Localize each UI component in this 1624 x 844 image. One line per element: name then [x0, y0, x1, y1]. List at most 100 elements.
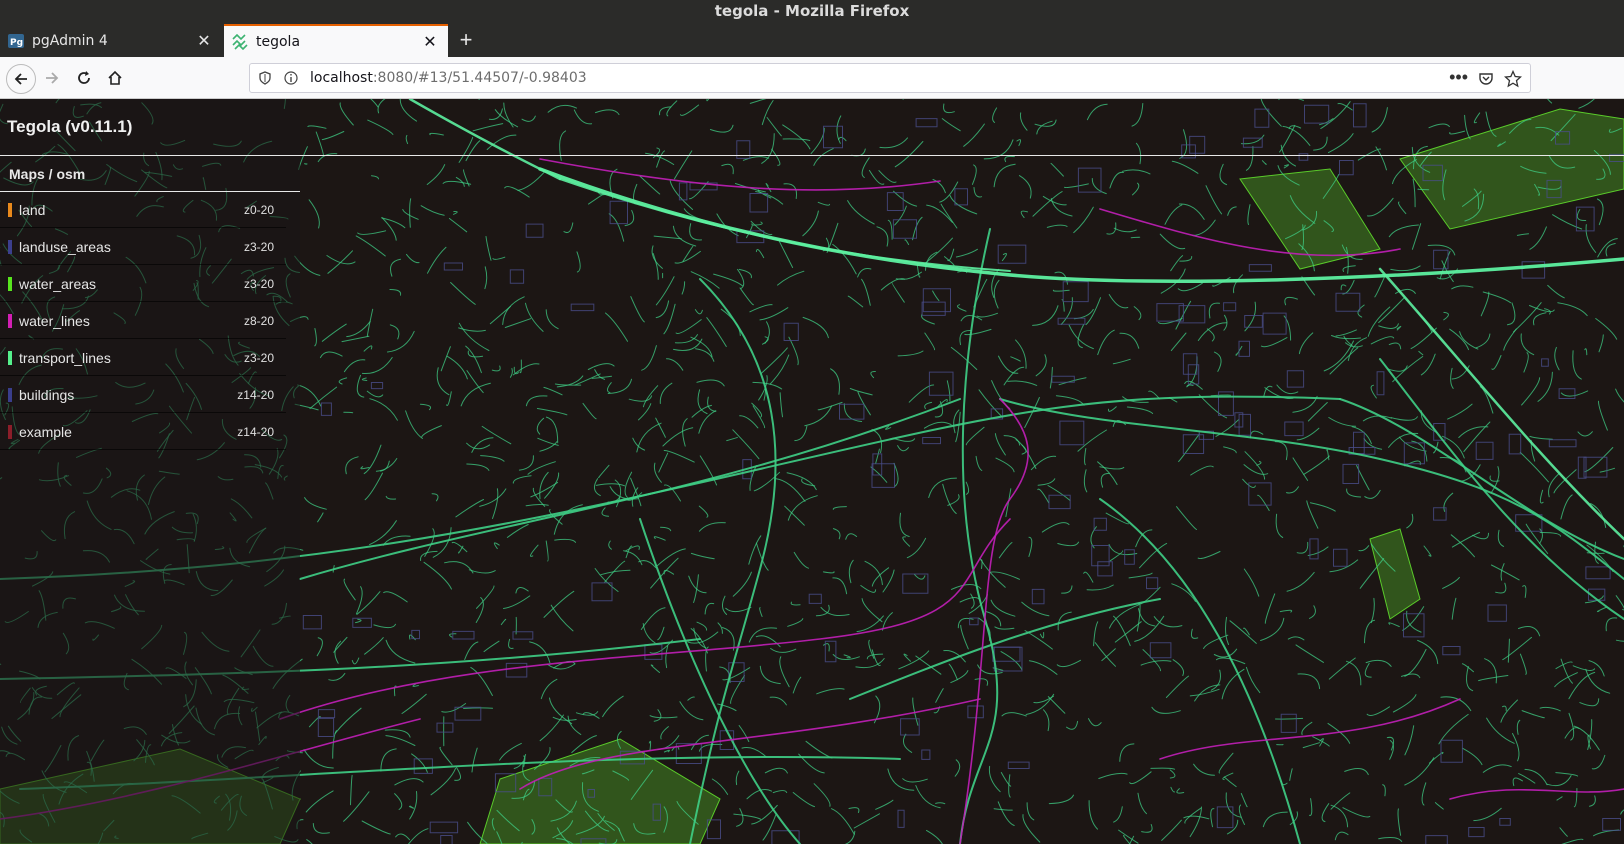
street: [653, 235, 682, 240]
street: [363, 444, 382, 475]
building: [609, 200, 628, 225]
new-tab-button[interactable]: +: [454, 28, 478, 52]
page-actions-icon[interactable]: •••: [1449, 67, 1468, 88]
street: [1306, 500, 1319, 529]
street: [464, 641, 479, 660]
street: [1507, 302, 1516, 326]
bookmark-star-icon[interactable]: [1504, 70, 1522, 88]
street: [1197, 322, 1228, 341]
street: [406, 253, 420, 264]
street: [868, 169, 885, 185]
street: [1223, 446, 1237, 454]
street: [401, 693, 427, 714]
street: [1275, 717, 1304, 720]
street: [1345, 342, 1363, 348]
home-button[interactable]: [101, 64, 129, 92]
tab-tegola[interactable]: tegola ✕: [224, 24, 448, 57]
street: [1083, 571, 1094, 583]
street: [1495, 582, 1507, 594]
street: [1388, 622, 1400, 628]
street: [481, 425, 512, 445]
building: [1248, 264, 1272, 272]
street: [1404, 757, 1435, 786]
street: [1364, 489, 1381, 499]
street: [361, 377, 368, 381]
building: [1284, 421, 1304, 437]
street: [441, 703, 467, 713]
close-icon[interactable]: ✕: [196, 32, 212, 49]
pocket-icon[interactable]: [1478, 71, 1494, 87]
reload-button[interactable]: [70, 64, 98, 92]
street: [492, 256, 506, 260]
layer-item-land[interactable]: land z0-20: [0, 192, 286, 228]
street: [741, 747, 767, 758]
street: [721, 163, 734, 175]
street: [775, 478, 806, 502]
street: [484, 266, 488, 290]
close-icon[interactable]: ✕: [422, 33, 438, 50]
building: [1335, 292, 1361, 312]
back-button[interactable]: [6, 64, 36, 94]
street: [525, 395, 548, 407]
street: [1058, 377, 1087, 386]
street: [319, 351, 343, 359]
building: [1062, 281, 1089, 303]
street: [607, 378, 632, 394]
building: [1248, 482, 1272, 506]
street: [860, 585, 877, 593]
info-icon[interactable]: [284, 71, 298, 85]
street: [1176, 506, 1197, 530]
street: [1497, 529, 1505, 547]
street: [1521, 710, 1545, 719]
forward-button[interactable]: [38, 64, 66, 92]
layer-item-example[interactable]: example z14-20: [0, 414, 286, 450]
street: [503, 595, 531, 609]
url-bar[interactable]: localhost:8080/#13/51.44507/-0.98403 •••: [249, 63, 1531, 93]
street: [1443, 311, 1449, 321]
street: [1298, 332, 1314, 355]
street: [1346, 488, 1362, 498]
street: [1462, 747, 1483, 766]
map-view[interactable]: Tegola (v0.11.1) Maps / osm land z0-20 lan…: [0, 99, 1624, 844]
street: [1568, 712, 1575, 741]
layer-item-water_areas[interactable]: water_areas z3-20: [0, 266, 286, 302]
street: [1287, 636, 1305, 641]
street: [1309, 502, 1336, 512]
street: [588, 193, 605, 205]
street: [427, 246, 447, 274]
street: [408, 805, 415, 809]
shield-icon[interactable]: [258, 71, 272, 85]
layer-item-water_lines[interactable]: water_lines z8-20: [0, 303, 286, 339]
street: [1364, 619, 1376, 644]
layer-item-landuse_areas[interactable]: landuse_areas z3-20: [0, 229, 286, 265]
window-title: tegola - Mozilla Firefox: [0, 0, 1624, 24]
street: [338, 377, 348, 385]
street: [853, 813, 880, 829]
building: [1508, 433, 1522, 455]
street: [1238, 804, 1245, 825]
layer-item-buildings[interactable]: buildings z14-20: [0, 377, 286, 413]
street: [1412, 178, 1416, 208]
street: [764, 767, 788, 774]
building: [1182, 353, 1198, 375]
street: [779, 392, 783, 418]
building: [921, 301, 946, 316]
building: [443, 262, 463, 271]
street: [1178, 433, 1200, 463]
street: [804, 405, 833, 427]
street: [1418, 350, 1424, 356]
street: [624, 471, 633, 498]
street: [540, 678, 558, 700]
street: [512, 475, 532, 484]
forward-arrow-icon: [46, 72, 59, 84]
street: [832, 243, 857, 275]
street: [1279, 609, 1293, 613]
street: [1560, 494, 1573, 520]
street: [657, 626, 665, 641]
street: [601, 507, 609, 517]
street: [802, 210, 819, 237]
street: [717, 622, 723, 634]
street: [431, 493, 439, 502]
layer-item-transport_lines[interactable]: transport_lines z3-20: [0, 340, 286, 376]
tab-pgadmin[interactable]: Pg pgAdmin 4 ✕: [0, 24, 222, 57]
